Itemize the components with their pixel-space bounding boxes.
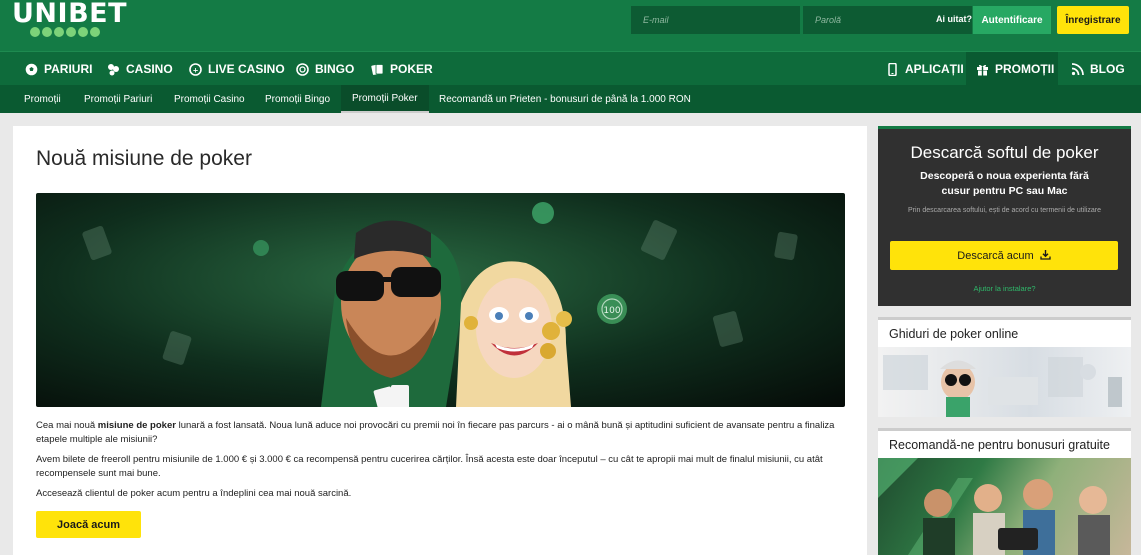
nav-item-poker[interactable]: POKER bbox=[371, 52, 433, 86]
install-help-link[interactable]: Ajutor la instalare? bbox=[878, 284, 1131, 293]
nav-label: PROMOȚII bbox=[995, 62, 1055, 76]
recommend-friends-image[interactable] bbox=[878, 458, 1131, 555]
nav-item-casino[interactable]: CASINO bbox=[107, 52, 173, 86]
subnav-item-promotii-casino[interactable]: Promoții Casino bbox=[174, 85, 245, 113]
download-button-label: Descarcă acum bbox=[957, 249, 1034, 262]
svg-text:+: + bbox=[193, 66, 199, 74]
subnav-item-recommend-friend[interactable]: Recomandă un Prieten - bonusuri de până … bbox=[439, 85, 691, 113]
subnav-item-promotii-bingo[interactable]: Promoții Bingo bbox=[265, 85, 330, 113]
nav-label: BLOG bbox=[1090, 62, 1125, 76]
nav-item-promotii[interactable]: PROMOȚII bbox=[966, 52, 1058, 86]
promotion-article: Nouă misiune de poker 100 Cea mai nouă m… bbox=[13, 126, 867, 555]
page-title: Nouă misiune de poker bbox=[36, 147, 252, 170]
nav-label: PARIURI bbox=[44, 62, 93, 76]
nav-item-live-casino[interactable]: + LIVE CASINO bbox=[189, 52, 285, 86]
hero-banner-image: 100 bbox=[36, 193, 845, 407]
download-poker-box: Descarcă softul de poker Descoperă o nou… bbox=[878, 126, 1131, 306]
rss-icon bbox=[1071, 62, 1084, 76]
cta-paragraph: Accesează clientul de poker acum pentru … bbox=[36, 488, 352, 499]
recommend-friends-card[interactable]: Recomandă-ne pentru bonusuri gratuite bbox=[878, 428, 1131, 555]
mobile-icon bbox=[886, 62, 899, 76]
nav-item-blog[interactable]: BLOG bbox=[1071, 52, 1125, 86]
live-casino-icon: + bbox=[189, 62, 202, 76]
poker-guides-image[interactable] bbox=[878, 347, 1131, 417]
poker-guides-title: Ghiduri de poker online bbox=[878, 317, 1131, 347]
nav-label: LIVE CASINO bbox=[208, 62, 285, 76]
forgot-password-link[interactable]: Ai uitat? bbox=[936, 14, 972, 24]
gift-icon bbox=[976, 63, 989, 76]
svg-text:100: 100 bbox=[603, 306, 620, 316]
cards-icon bbox=[371, 63, 384, 76]
nav-item-pariuri[interactable]: PARIURI bbox=[25, 52, 92, 86]
register-button[interactable]: Înregistrare bbox=[1057, 6, 1129, 34]
main-nav: PARIURI CASINO + LIVE CASINO BINGO POKER… bbox=[0, 51, 1141, 86]
bingo-icon bbox=[296, 62, 309, 76]
download-terms: Prin descarcarea softului, ești de acord… bbox=[908, 207, 1101, 214]
download-subtitle: Descoperă o noua experienta fără cusur p… bbox=[920, 170, 1089, 197]
soccer-ball-icon bbox=[25, 63, 38, 76]
nav-label: BINGO bbox=[315, 62, 355, 76]
subnav-item-promotii[interactable]: Promoții bbox=[24, 85, 61, 113]
nav-item-bingo[interactable]: BINGO bbox=[296, 52, 354, 86]
subnav-item-promotii-pariuri[interactable]: Promoții Pariuri bbox=[84, 85, 152, 113]
recommend-title: Recomandă-ne pentru bonusuri gratuite bbox=[878, 428, 1131, 458]
logo-dots bbox=[30, 27, 100, 37]
mission-highlight: misiune de poker bbox=[97, 420, 176, 431]
login-button[interactable]: Autentificare bbox=[973, 6, 1051, 34]
download-icon bbox=[1040, 249, 1051, 263]
sub-nav: Promoții Promoții Pariuri Promoții Casin… bbox=[0, 85, 1141, 113]
nav-label: POKER bbox=[390, 62, 433, 76]
unibet-logo[interactable]: UNIBET bbox=[12, 0, 127, 29]
top-header: UNIBET Ai uitat? Autentificare Înregistr… bbox=[0, 0, 1141, 51]
nav-label: CASINO bbox=[126, 62, 173, 76]
download-title: Descarcă softul de poker bbox=[910, 143, 1099, 162]
email-field[interactable] bbox=[631, 6, 800, 34]
poker-guides-card[interactable]: Ghiduri de poker online bbox=[878, 317, 1131, 417]
download-now-button[interactable]: Descarcă acum bbox=[890, 241, 1118, 270]
casino-icon bbox=[107, 63, 120, 76]
nav-item-aplicatii[interactable]: APLICAȚII bbox=[886, 52, 964, 86]
poker-chip-100: 100 bbox=[597, 294, 627, 324]
nav-label: APLICAȚII bbox=[905, 62, 964, 76]
intro-paragraph: Cea mai nouă misiune de poker lunară a f… bbox=[36, 420, 835, 445]
play-now-button[interactable]: Joacă acum bbox=[36, 511, 141, 538]
subnav-item-promotii-poker[interactable]: Promoții Poker bbox=[341, 85, 429, 113]
freeroll-paragraph: Avem bilete de freeroll pentru misiunile… bbox=[36, 454, 823, 479]
